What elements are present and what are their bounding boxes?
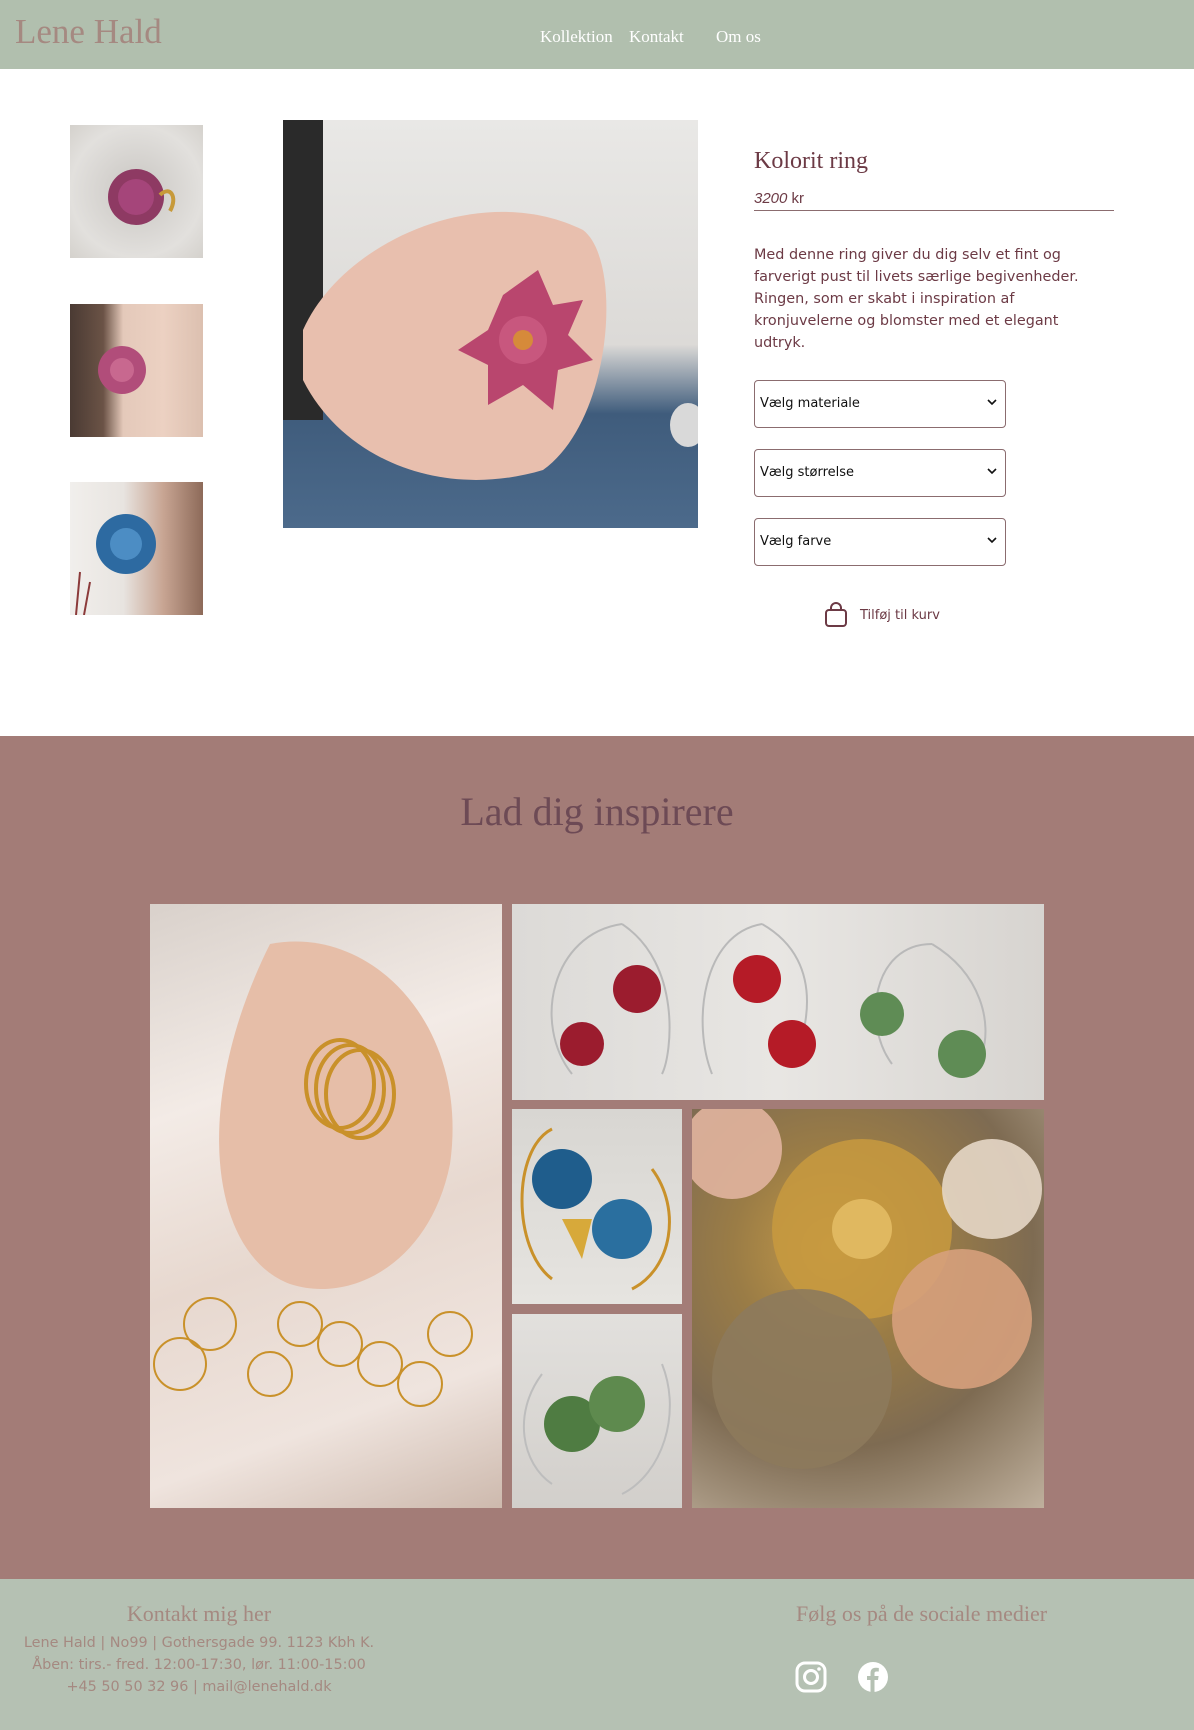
contact-phone-email[interactable]: +45 50 50 32 96 | mail@lenehald.dk — [0, 1679, 398, 1695]
price-value: 3200 — [754, 190, 788, 207]
inspiration-section: Lad dig inspirere — [0, 736, 1194, 1579]
chevron-down-icon — [987, 399, 997, 406]
chevron-down-icon — [987, 537, 997, 544]
gallery-image-flower-brooches[interactable] — [692, 1109, 1044, 1508]
site-header: Lene Hald Kollektion Kontakt Om os — [0, 0, 1194, 69]
contact-title: Kontakt mig her — [126, 1601, 272, 1626]
color-select[interactable]: Vælg farve — [754, 518, 1006, 566]
gallery-image-earrings-red-green[interactable] — [512, 904, 1044, 1100]
nav-kollektion[interactable]: Kollektion — [540, 27, 613, 47]
size-select[interactable]: Vælg størrelse — [754, 449, 1006, 497]
color-select-label: Vælg farve — [760, 534, 832, 549]
facebook-icon[interactable] — [857, 1661, 889, 1693]
product-thumbnail-3[interactable] — [70, 482, 203, 615]
product-thumbnail-1[interactable] — [70, 125, 203, 258]
nav-kontakt[interactable]: Kontakt — [629, 27, 684, 47]
shopping-bag-icon — [825, 602, 847, 627]
size-select-label: Vælg størrelse — [760, 465, 855, 480]
material-select-label: Vælg materiale — [760, 396, 860, 411]
inspiration-title: Lad dig inspirere — [460, 789, 734, 834]
gallery-image-rings-necklace[interactable] — [150, 904, 502, 1508]
product-title: Kolorit ring — [754, 148, 868, 174]
material-select[interactable]: Vælg materiale — [754, 380, 1006, 428]
product-thumbnail-2[interactable] — [70, 304, 203, 437]
product-description: Med denne ring giver du dig selv et fint… — [754, 247, 1079, 351]
nav-om-os[interactable]: Om os — [716, 27, 761, 47]
gallery-image-earrings-blue[interactable] — [512, 1109, 682, 1304]
site-footer: Kontakt mig her Lene Hald | No99 | Gothe… — [0, 1579, 1194, 1730]
social-title: Følg os på de sociale medier — [796, 1601, 1048, 1626]
product-main-image — [283, 120, 698, 528]
instagram-icon[interactable] — [795, 1661, 827, 1693]
price-unit: kr — [791, 190, 805, 207]
chevron-down-icon — [987, 468, 997, 475]
contact-hours: Åben: tirs.- fred. 12:00-17:30, lør. 11:… — [32, 1657, 366, 1673]
add-to-cart-label: Tilføj til kurv — [860, 608, 940, 623]
gallery-image-earrings-green[interactable] — [512, 1314, 682, 1508]
add-to-cart-button[interactable]: Tilføj til kurv — [824, 600, 944, 630]
contact-address: Lene Hald | No99 | Gothersgade 99. 1123 … — [23, 1635, 375, 1651]
brand-logo[interactable]: Lene Hald — [15, 12, 162, 52]
product-price: 3200 kr — [754, 190, 1114, 211]
